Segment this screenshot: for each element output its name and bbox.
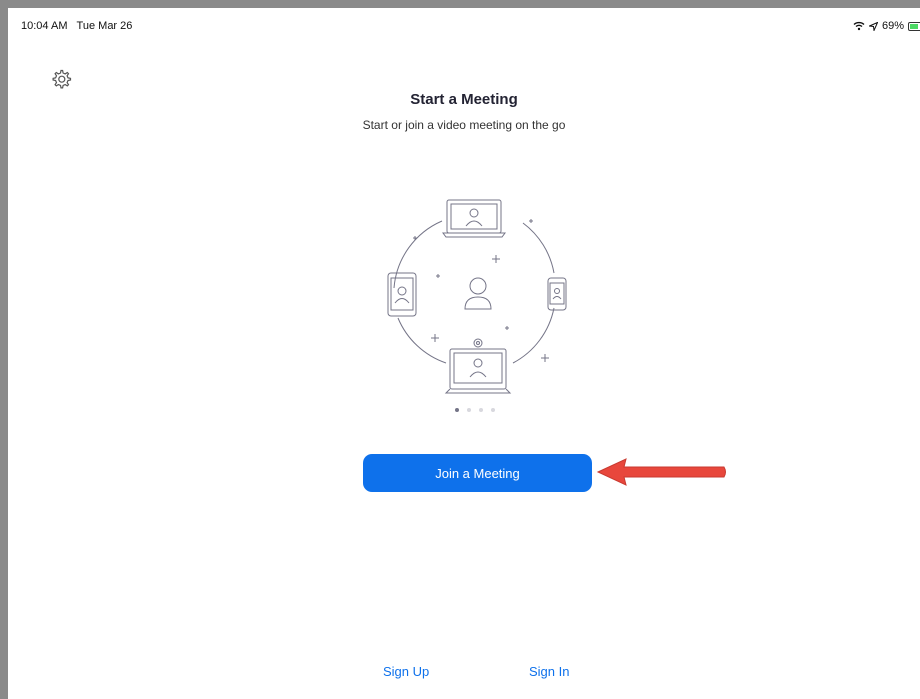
sign-up-link[interactable]: Sign Up <box>383 664 429 679</box>
wifi-icon <box>853 21 865 31</box>
battery-icon <box>908 21 920 31</box>
status-time-date: 10:04 AM Tue Mar 26 <box>21 20 132 32</box>
battery-level-fill <box>910 23 919 29</box>
gear-icon[interactable] <box>50 68 72 90</box>
join-meeting-button[interactable]: Join a Meeting <box>363 454 592 492</box>
status-date: Tue Mar 26 <box>76 20 133 32</box>
status-time: 10:04 AM <box>21 20 68 32</box>
page-dot[interactable] <box>491 408 495 412</box>
page-dot-active[interactable] <box>455 408 459 412</box>
status-indicators: 69% <box>853 20 920 32</box>
red-arrow-annotation <box>596 458 726 486</box>
page-subtitle: Start or join a video meeting on the go <box>362 118 566 132</box>
app-window: 10:04 AM Tue Mar 26 69% Start a Meeting … <box>0 0 920 699</box>
page-dot[interactable] <box>479 408 483 412</box>
battery-percentage: 69% <box>881 20 904 32</box>
page-dot[interactable] <box>467 408 471 412</box>
connected-devices-illustration <box>387 199 567 394</box>
page-indicator[interactable] <box>455 408 495 412</box>
location-icon <box>868 21 878 31</box>
status-bar: 10:04 AM Tue Mar 26 69% <box>18 18 920 36</box>
page-title: Start a Meeting <box>410 91 518 108</box>
sign-in-link[interactable]: Sign In <box>529 664 569 679</box>
